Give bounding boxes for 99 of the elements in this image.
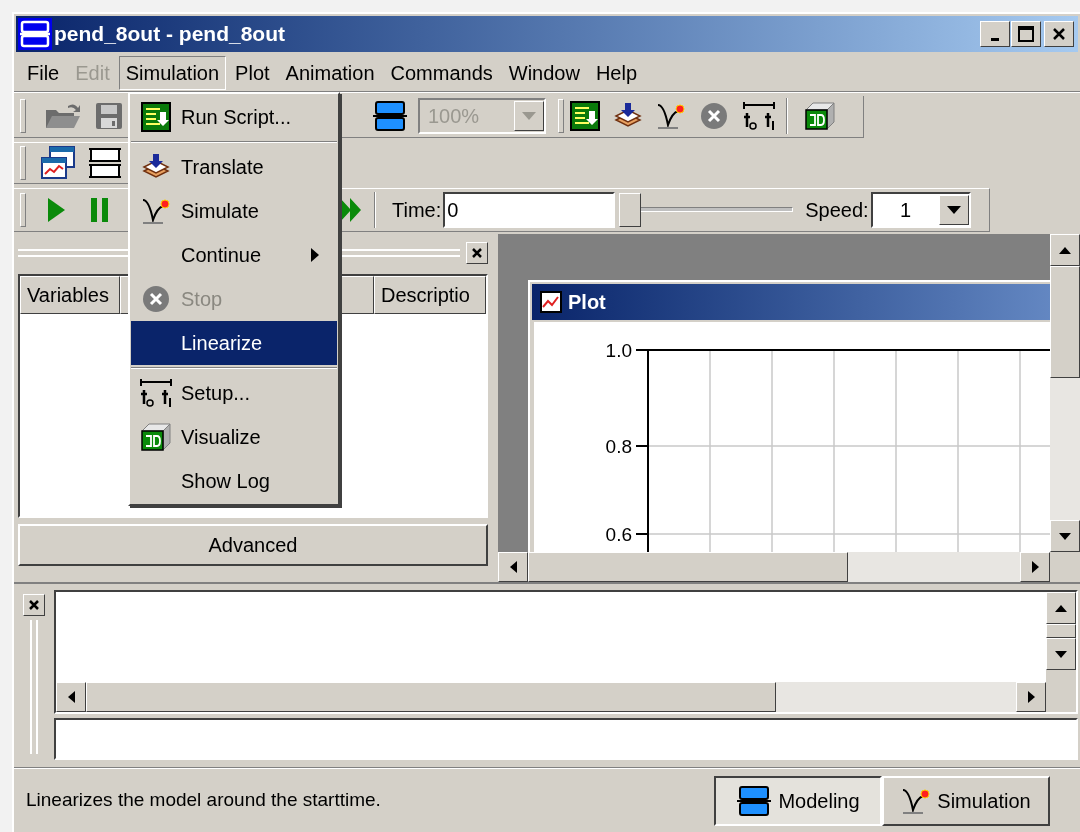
left-arrow-icon — [509, 561, 517, 573]
speed-label: Speed: — [805, 198, 869, 223]
left-arrow-icon — [67, 691, 75, 703]
caret-icon — [522, 112, 536, 120]
cube-icon — [140, 422, 172, 452]
printer-icon[interactable] — [372, 99, 408, 133]
save-icon[interactable] — [94, 101, 124, 131]
menu-item[interactable]: Continue — [131, 233, 337, 277]
up-arrow-icon — [1059, 246, 1071, 254]
scroll-track[interactable] — [848, 552, 1020, 582]
scroll-thumb[interactable] — [86, 682, 776, 712]
mode-tab[interactable]: Modeling — [714, 775, 882, 826]
curve-icon — [901, 786, 932, 815]
zoom-value: 100% — [427, 104, 481, 129]
play-icon[interactable] — [46, 197, 66, 223]
cube-icon[interactable] — [804, 101, 836, 131]
scroll-left-button[interactable] — [498, 552, 528, 582]
plot-windows-icon[interactable] — [40, 146, 76, 180]
script-icon[interactable] — [570, 101, 600, 131]
menu-item[interactable]: Linearize — [131, 321, 337, 365]
menu-item[interactable]: File — [20, 55, 67, 90]
down-arrow-icon — [1055, 650, 1067, 658]
right-arrow-icon — [1031, 561, 1039, 573]
menu-item[interactable]: Simulation — [118, 55, 227, 90]
scroll-thumb[interactable] — [1046, 624, 1076, 638]
menu-item[interactable]: Simulate — [131, 189, 337, 233]
time-range-icon — [139, 378, 173, 408]
up-arrow-icon — [1055, 604, 1067, 612]
command-input[interactable] — [54, 718, 1078, 760]
table-icon[interactable] — [88, 146, 122, 180]
column-header[interactable]: Variables — [20, 276, 120, 314]
scroll-thumb[interactable] — [1050, 266, 1080, 378]
right-arrow-icon — [1027, 691, 1035, 703]
books-icon[interactable] — [614, 102, 642, 130]
scroll-up-button[interactable] — [1046, 592, 1076, 624]
axis-tick-label: 0.8 — [605, 436, 632, 457]
toolbar-grip[interactable] — [20, 99, 26, 133]
printer-icon — [18, 18, 52, 50]
close-icon — [1052, 27, 1066, 41]
toolbar-grip[interactable] — [20, 193, 26, 227]
scroll-track[interactable] — [1050, 378, 1080, 520]
menu-item[interactable]: Help — [588, 55, 645, 90]
time-label: Time: — [392, 198, 442, 223]
dropdown-button[interactable] — [938, 195, 969, 225]
menu-item[interactable]: Animation — [278, 55, 382, 90]
close-icon — [28, 599, 40, 611]
menu-item[interactable]: Plot — [228, 55, 277, 90]
toolbar-grip[interactable] — [558, 99, 564, 133]
maximize-icon — [1018, 26, 1034, 42]
stop-icon[interactable] — [700, 102, 728, 130]
maximize-button[interactable] — [1011, 21, 1041, 47]
pause-icon[interactable] — [90, 197, 110, 223]
plot-title: Plot — [568, 290, 606, 315]
mode-tab[interactable]: Simulation — [882, 775, 1050, 826]
plot-icon — [540, 291, 562, 313]
stop-icon — [142, 285, 170, 313]
time-field[interactable]: 0 — [443, 192, 616, 228]
scroll-thumb[interactable] — [528, 552, 848, 582]
axis-tick-label: 1.0 — [605, 340, 632, 361]
status-message: Linearizes the model around the starttime. — [26, 788, 382, 813]
books-icon — [142, 153, 170, 181]
menu-item[interactable]: Run Script... — [131, 95, 337, 139]
vertical-scrollbar[interactable] — [1050, 234, 1080, 552]
menu-item[interactable]: Setup... — [131, 371, 337, 415]
menu-item[interactable]: Window — [501, 55, 587, 90]
submenu-arrow-icon — [311, 248, 319, 262]
scroll-right-button[interactable] — [1020, 552, 1050, 582]
scroll-left-button[interactable] — [56, 682, 86, 712]
close-icon — [471, 247, 483, 259]
close-button[interactable] — [23, 594, 45, 616]
script-icon — [141, 102, 171, 132]
caret-icon — [946, 206, 961, 214]
advanced-button[interactable]: Advanced — [18, 524, 488, 566]
axis-tick-label: 0.6 — [605, 524, 632, 545]
toolbar-grip[interactable] — [20, 146, 26, 180]
scroll-right-button[interactable] — [1016, 682, 1046, 712]
time-slider[interactable] — [619, 193, 796, 227]
menu-item[interactable]: Show Log — [131, 459, 337, 503]
minimize-button[interactable] — [980, 21, 1010, 47]
panel-grip[interactable] — [30, 620, 38, 754]
column-header[interactable]: Descriptio — [374, 276, 486, 314]
speed-combo[interactable]: 1 — [870, 192, 971, 228]
scroll-up-button[interactable] — [1050, 234, 1080, 266]
close-button[interactable] — [466, 242, 488, 264]
down-arrow-icon — [1059, 532, 1071, 540]
scroll-down-button[interactable] — [1046, 638, 1076, 670]
slider-thumb[interactable] — [619, 193, 642, 227]
menu-item[interactable]: Visualize — [131, 415, 337, 459]
scroll-track[interactable] — [776, 682, 1016, 712]
close-button[interactable] — [1044, 21, 1074, 47]
window-title: pend_8out - pend_8out — [54, 21, 285, 48]
menu-item[interactable]: Commands — [383, 55, 500, 90]
scroll-down-button[interactable] — [1050, 520, 1080, 552]
curve-icon[interactable] — [656, 102, 686, 130]
time-range-icon[interactable] — [742, 101, 776, 131]
minimize-icon — [991, 38, 999, 41]
curve-icon — [141, 197, 171, 225]
menu-item[interactable]: Translate — [131, 145, 337, 189]
printer-icon — [736, 783, 773, 818]
